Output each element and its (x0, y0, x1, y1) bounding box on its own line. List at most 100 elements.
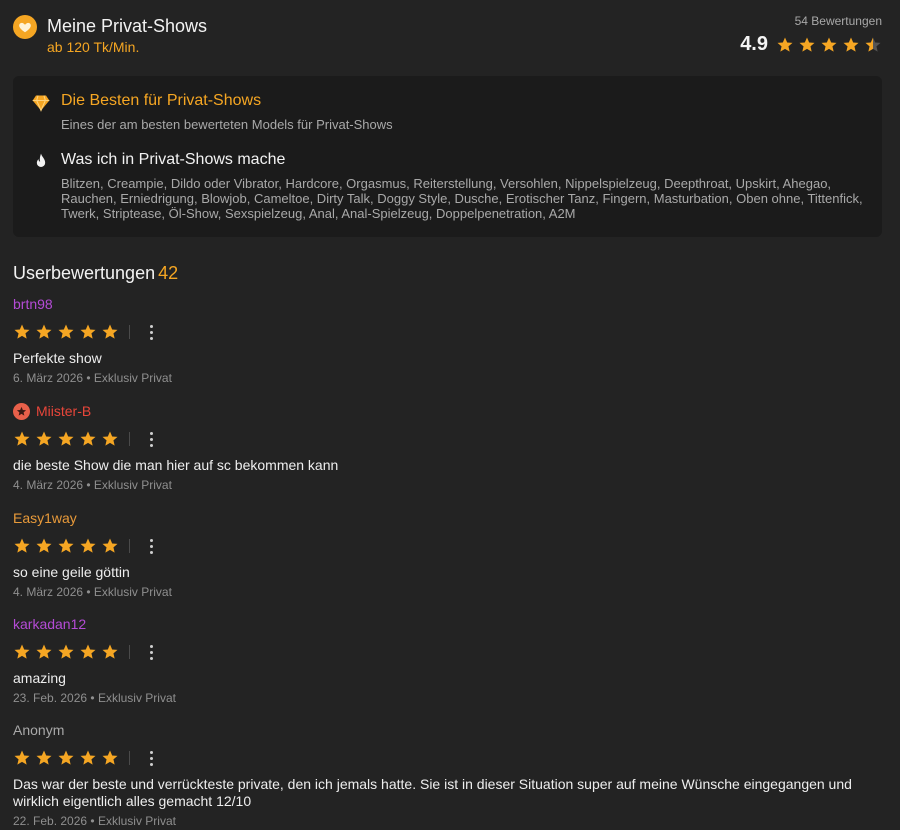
star-icon (14, 750, 30, 765)
more-options-icon[interactable] (144, 537, 158, 555)
more-options-icon[interactable] (144, 643, 158, 661)
star-icon (58, 324, 74, 339)
review-text: die beste Show die man hier auf sc bekom… (13, 457, 339, 473)
page-title: Meine Privat-Shows (47, 16, 208, 36)
review-count-label: 54 Bewertungen (794, 14, 882, 28)
review-meta: 22. Feb. 2026 • Exklusiv Privat (13, 814, 176, 828)
star-icon (14, 431, 30, 446)
star-icon (36, 644, 52, 659)
star-icon (58, 750, 74, 765)
review-rating-row (13, 643, 883, 661)
review-meta: 4. März 2026 • Exklusiv Privat (13, 585, 172, 599)
reviews-count: 42 (158, 263, 179, 283)
star-icon (58, 538, 74, 553)
heart-icon (13, 15, 37, 39)
star-icon (58, 644, 74, 659)
star-icon (80, 431, 96, 446)
review-type: Exklusiv Privat (93, 371, 172, 385)
review-user: Miister-B (13, 402, 883, 420)
more-options-icon[interactable] (144, 323, 158, 341)
overall-rating: 4.9 (740, 33, 882, 56)
flame-icon (31, 152, 51, 172)
star-icon (102, 431, 118, 446)
activities-section: Was ich in Privat-Shows mache Blitzen, C… (31, 151, 864, 221)
star-icon (58, 431, 74, 446)
review-user: karkadan12 (13, 615, 883, 633)
review-stars (13, 749, 119, 767)
star-icon (36, 324, 52, 339)
review-rating-row (13, 537, 883, 555)
star-icon (80, 750, 96, 765)
review-user: Anonym (13, 721, 883, 739)
star-icon (36, 431, 52, 446)
review-meta: 6. März 2026 • Exklusiv Privat (13, 371, 172, 385)
review-date: 22. Feb. 2026 (13, 814, 88, 828)
activities-text: Blitzen, Creampie, Dildo oder Vibrator, … (61, 176, 863, 221)
star-icon (14, 324, 30, 339)
review-date: 4. März 2026 (13, 478, 84, 492)
star-icon (102, 538, 118, 553)
private-shows-header: Meine Privat-Shows ab 120 Tk/Min. 54 Bew… (13, 12, 882, 62)
review-username[interactable]: brtn98 (13, 296, 53, 312)
review-username[interactable]: karkadan12 (13, 616, 86, 632)
best-section: Die Besten für Privat-Shows Eines der am… (31, 92, 864, 132)
review-user: brtn98 (13, 295, 883, 313)
review-stars (13, 323, 119, 341)
review-type: Exklusiv Privat (97, 691, 176, 705)
review-item: Miister-B die beste Show die man hier au… (13, 402, 883, 492)
review-rating-row (13, 749, 883, 767)
rating-stars (776, 36, 882, 54)
review-stars (13, 430, 119, 448)
review-text: amazing (13, 670, 66, 686)
review-type: Exklusiv Privat (97, 814, 176, 828)
star-icon (102, 644, 118, 659)
best-heading: Die Besten für Privat-Shows (61, 92, 262, 109)
review-rating-row (13, 323, 883, 341)
star-icon (777, 37, 793, 52)
review-item: karkadan12 amazing 23. Feb. 2026 • Exklu… (13, 615, 883, 705)
rating-value: 4.9 (740, 33, 768, 55)
star-icon (102, 750, 118, 765)
review-type: Exklusiv Privat (93, 478, 172, 492)
more-options-icon[interactable] (144, 430, 158, 448)
divider (129, 751, 130, 765)
review-text: so eine geile göttin (13, 564, 130, 580)
review-username[interactable]: Easy1way (13, 510, 77, 526)
star-icon (14, 644, 30, 659)
review-meta: 4. März 2026 • Exklusiv Privat (13, 478, 172, 492)
star-icon (14, 538, 30, 553)
divider (129, 645, 130, 659)
review-item: Easy1way so eine geile göttin 4. März 20… (13, 509, 883, 599)
reviews-title: Userbewertungen (13, 263, 156, 283)
star-icon (36, 538, 52, 553)
review-username: Anonym (13, 722, 65, 738)
review-item: brtn98 Perfekte show 6. März 2026 • Exkl… (13, 295, 883, 385)
review-date: 6. März 2026 (13, 371, 84, 385)
star-icon (865, 37, 881, 52)
star-icon (843, 37, 859, 52)
diamond-icon (31, 93, 51, 113)
review-rating-row (13, 430, 883, 448)
star-icon (80, 324, 96, 339)
review-user: Easy1way (13, 509, 883, 527)
star-icon (80, 644, 96, 659)
review-meta: 23. Feb. 2026 • Exklusiv Privat (13, 691, 176, 705)
review-type: Exklusiv Privat (93, 585, 172, 599)
star-icon (821, 37, 837, 52)
star-icon (102, 324, 118, 339)
review-date: 23. Feb. 2026 (13, 691, 88, 705)
review-text: Perfekte show (13, 350, 102, 366)
info-panel: Die Besten für Privat-Shows Eines der am… (13, 76, 882, 237)
review-username[interactable]: Miister-B (36, 403, 91, 419)
reviews-heading: Userbewertungen 42 (13, 263, 178, 284)
divider (129, 432, 130, 446)
activities-heading: Was ich in Privat-Shows mache (61, 151, 286, 168)
best-text: Eines der am besten bewerteten Models fü… (61, 117, 393, 132)
star-icon (799, 37, 815, 52)
more-options-icon[interactable] (144, 749, 158, 767)
review-date: 4. März 2026 (13, 585, 84, 599)
divider (129, 325, 130, 339)
price-label: ab 120 Tk/Min. (47, 39, 140, 55)
star-badge-icon (13, 402, 30, 420)
review-stars (13, 537, 119, 555)
